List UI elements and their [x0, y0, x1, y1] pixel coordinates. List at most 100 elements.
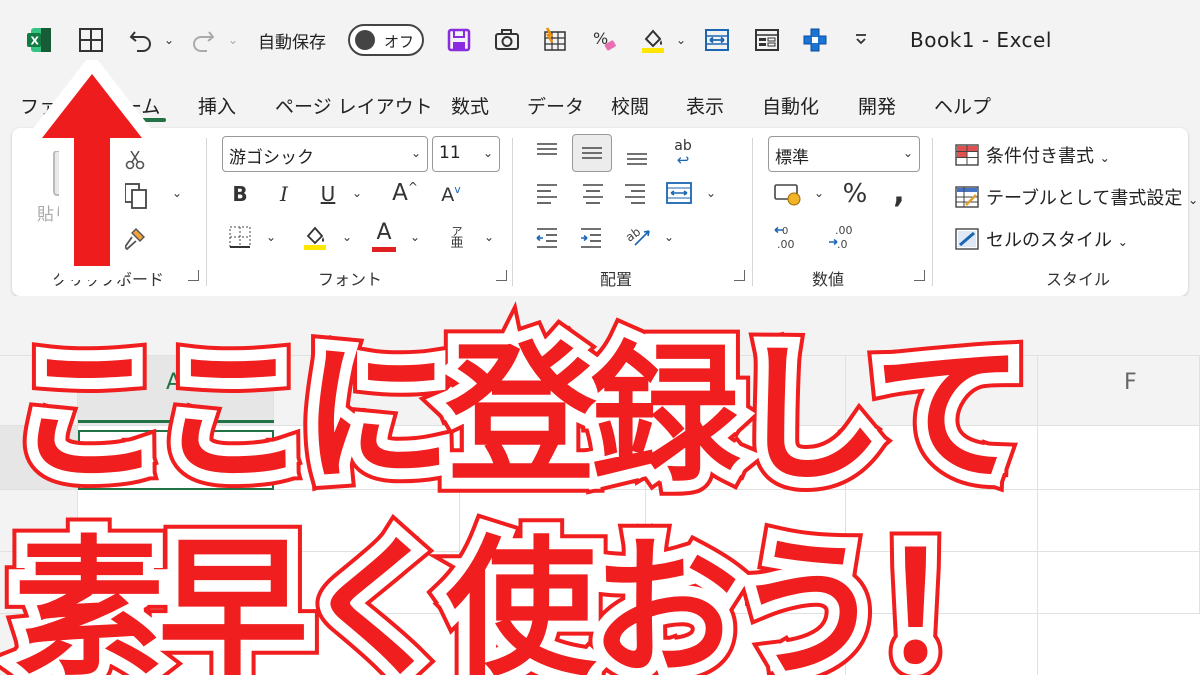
red-up-arrow-icon	[23, 60, 161, 280]
move-icon[interactable]	[798, 22, 832, 58]
decrease-indent-icon[interactable]	[532, 222, 562, 252]
align-left-icon[interactable]	[532, 178, 562, 208]
ribbon: 貼り付け ⌄ クリップボード 游ゴシック ⌄ 11 ⌄ B I U ⌄ A^ A…	[12, 128, 1198, 296]
format-as-table-button[interactable]: テーブルとして書式設定 ⌄	[986, 184, 1198, 210]
wrap-arrow-icon: ↩	[676, 151, 690, 169]
tab-insert[interactable]: 挿入	[198, 92, 236, 119]
shrink-font-button[interactable]: Av	[434, 178, 468, 212]
percent-style-icon[interactable]: %	[588, 22, 622, 58]
chevron-down-icon: ⌄	[1099, 151, 1110, 165]
font-launcher-icon[interactable]	[496, 270, 507, 281]
format-as-table-label: テーブルとして書式設定	[986, 188, 1183, 209]
undo-chevron-down-icon[interactable]: ⌄	[164, 33, 174, 47]
chevron-down-icon: ⌄	[902, 146, 913, 160]
form-icon[interactable]	[750, 22, 784, 58]
number-group-label: 数値	[812, 270, 845, 289]
caption-line1: ここに登録して	[14, 329, 1024, 503]
conditional-formatting-label: 条件付き書式	[986, 146, 1094, 167]
tab-formulas[interactable]: 数式	[451, 92, 489, 119]
borders-icon[interactable]	[224, 220, 256, 254]
grow-font-button[interactable]: A ^	[388, 176, 422, 210]
customize-icon[interactable]	[846, 22, 876, 58]
orientation-chevron-down-icon[interactable]: ⌄	[664, 230, 674, 244]
merge-center-icon[interactable]	[662, 178, 696, 208]
number-format-select[interactable]: 標準 ⌄	[768, 136, 920, 172]
tab-view[interactable]: 表示	[686, 92, 724, 119]
accounting-format-icon[interactable]	[770, 178, 806, 210]
clipboard-launcher-icon[interactable]	[188, 270, 199, 281]
cell-styles-button[interactable]: セルのスタイル ⌄	[986, 226, 1128, 252]
conditional-formatting-button[interactable]: 条件付き書式 ⌄	[986, 142, 1110, 168]
column-header-f[interactable]	[1038, 356, 1200, 426]
autosave-state: オフ	[384, 33, 415, 51]
increase-decimal-icon[interactable]: 0.00	[770, 222, 806, 254]
merge-chevron-down-icon[interactable]: ⌄	[706, 186, 716, 200]
phonetic-chevron-down-icon[interactable]: ⌄	[484, 230, 494, 244]
svg-text:.0: .0	[837, 238, 848, 251]
format-as-table-icon[interactable]	[952, 182, 982, 212]
percent-button[interactable]: %	[838, 176, 872, 212]
underline-button[interactable]: U	[314, 178, 342, 210]
svg-text:0: 0	[782, 226, 788, 237]
fill-color-chevron-down-icon[interactable]: ⌄	[676, 33, 686, 47]
cell-styles-label: セルのスタイル	[986, 230, 1112, 251]
chevron-down-icon: ⌄	[410, 146, 421, 160]
borders-chevron-down-icon[interactable]: ⌄	[266, 230, 276, 244]
excel-logo-icon: X	[22, 22, 56, 58]
quick-chart-icon[interactable]	[538, 22, 572, 58]
phonetic-bottom: 亜	[450, 236, 464, 251]
orientation-icon[interactable]: ab	[622, 220, 656, 254]
group-separator	[752, 138, 753, 286]
comma-button[interactable]: ,	[886, 174, 912, 210]
tab-review[interactable]: 校閲	[611, 92, 649, 119]
bold-button[interactable]: B	[226, 178, 254, 210]
decrease-decimal-icon[interactable]: .00.0	[824, 222, 860, 254]
italic-button[interactable]: I	[270, 178, 298, 210]
grid-icon[interactable]	[74, 22, 108, 58]
cell-styles-icon[interactable]	[952, 224, 982, 254]
svg-text:.00: .00	[835, 224, 853, 237]
align-right-icon[interactable]	[620, 178, 650, 208]
font-color-chevron-down-icon[interactable]: ⌄	[410, 230, 420, 244]
increase-indent-icon[interactable]	[576, 222, 606, 252]
tab-developer[interactable]: 開発	[858, 92, 896, 119]
chevron-down-icon: ⌄	[1188, 193, 1199, 207]
align-middle-button[interactable]	[572, 134, 612, 172]
wrap-text-button[interactable]: ab ↩	[666, 136, 700, 170]
font-color-letter: A	[376, 220, 392, 245]
align-top-icon[interactable]	[532, 136, 562, 166]
accounting-chevron-down-icon[interactable]: ⌄	[814, 186, 824, 200]
fill-color-icon[interactable]	[636, 22, 670, 58]
merge-icon[interactable]	[700, 22, 734, 58]
phonetic-button[interactable]: ア 亜	[442, 220, 472, 256]
font-group-label: フォント	[318, 270, 383, 289]
fill-color-button-icon[interactable]	[298, 220, 332, 256]
autosave-toggle[interactable]: オフ	[348, 24, 424, 56]
styles-group-label: スタイル	[1046, 270, 1111, 289]
number-launcher-icon[interactable]	[914, 270, 925, 281]
undo-icon[interactable]	[124, 22, 158, 58]
underline-chevron-down-icon[interactable]: ⌄	[352, 186, 362, 200]
group-separator	[206, 138, 207, 286]
alignment-launcher-icon[interactable]	[734, 270, 745, 281]
font-color-button[interactable]: A	[368, 218, 400, 256]
camera-icon[interactable]	[490, 22, 524, 58]
fill-color-chevron-down-icon[interactable]: ⌄	[342, 230, 352, 244]
font-name-select[interactable]: 游ゴシック ⌄	[222, 136, 428, 172]
tab-page-layout[interactable]: ページ レイアウト	[275, 92, 433, 119]
caret-down-icon: v	[454, 182, 461, 196]
font-size-select[interactable]: 11 ⌄	[432, 136, 500, 172]
tab-automate[interactable]: 自動化	[762, 92, 819, 119]
save-icon[interactable]	[442, 22, 476, 58]
align-center-icon[interactable]	[578, 178, 608, 208]
tab-data[interactable]: データ	[527, 92, 584, 119]
copy-chevron-down-icon[interactable]: ⌄	[172, 186, 182, 200]
redo-icon	[186, 22, 220, 58]
caption-line2: 素早く使おう！	[14, 523, 1028, 675]
conditional-formatting-icon[interactable]	[952, 140, 982, 170]
align-bottom-icon[interactable]	[622, 142, 652, 172]
column-header-f-label: F	[1124, 370, 1137, 395]
chevron-down-icon: ⌄	[482, 146, 493, 160]
svg-text:ab: ab	[625, 224, 643, 244]
tab-help[interactable]: ヘルプ	[934, 92, 991, 119]
